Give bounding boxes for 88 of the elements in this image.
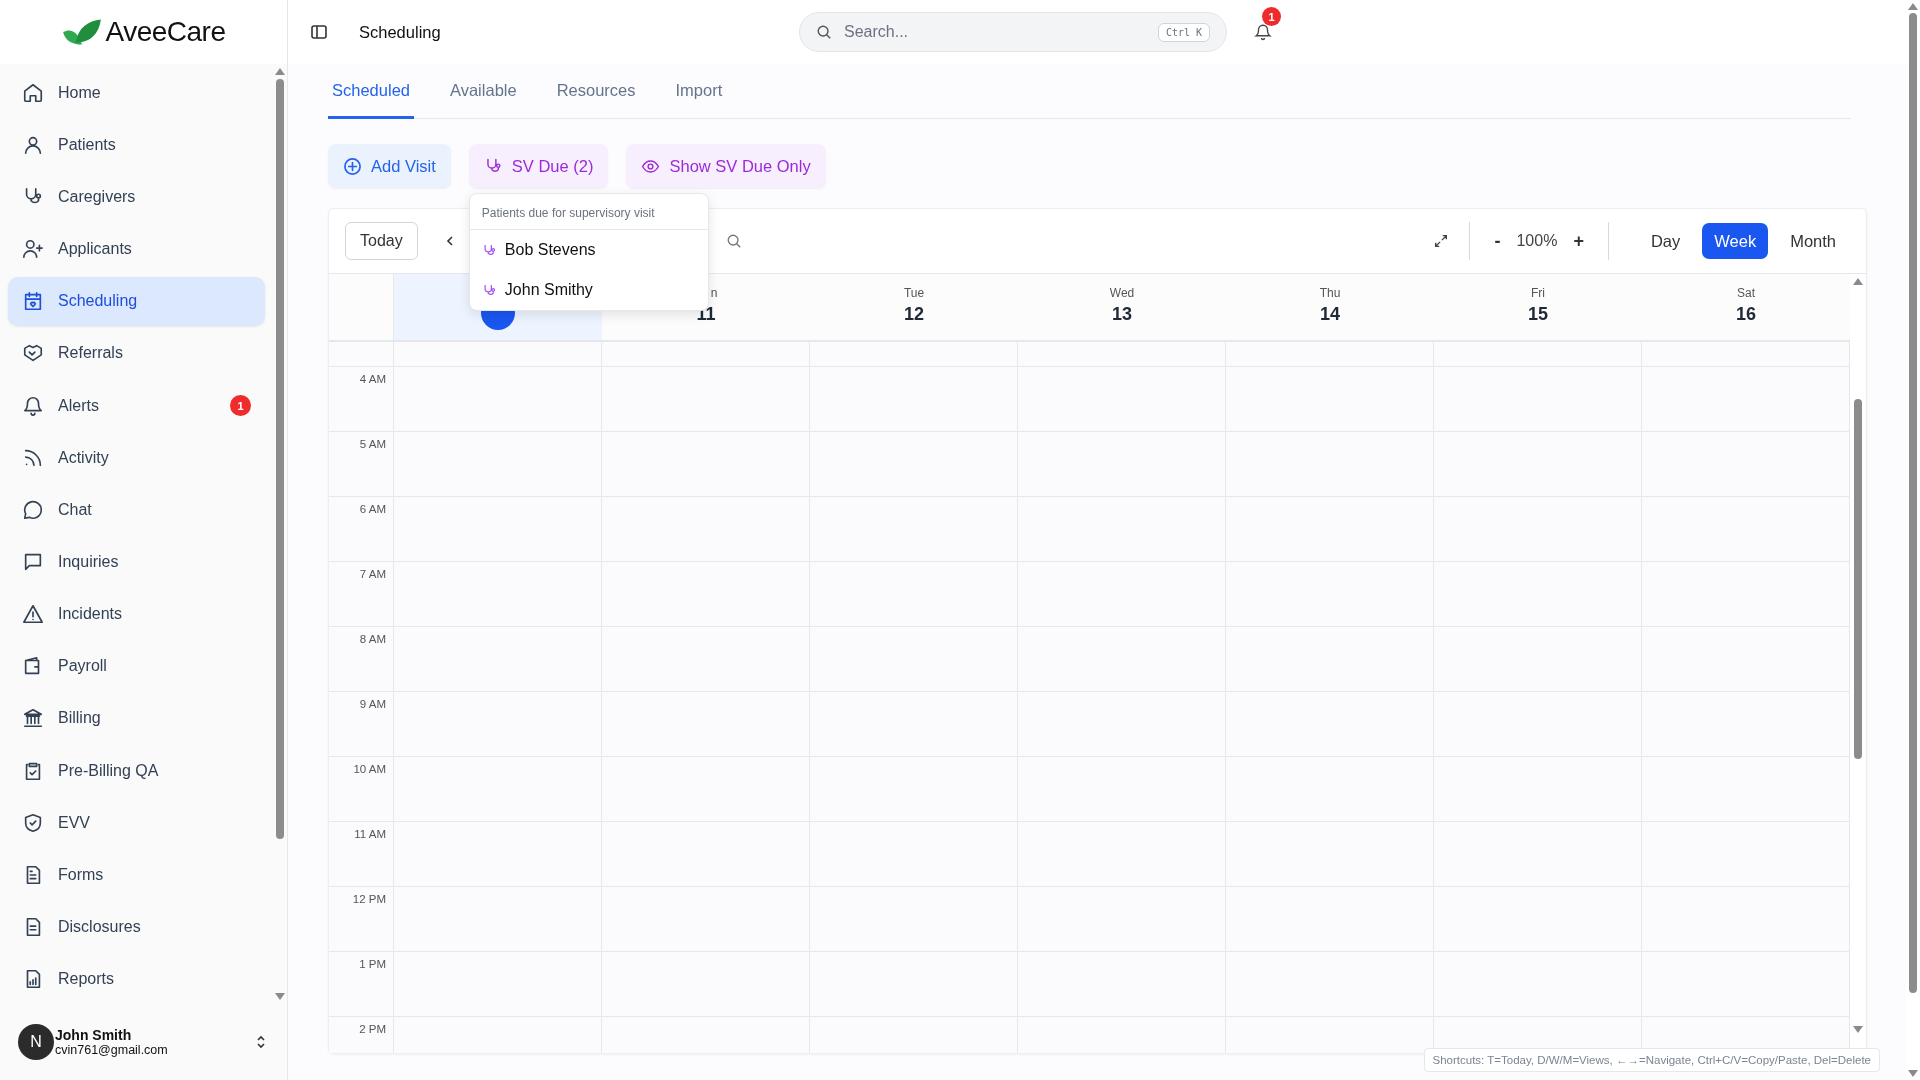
day-number: 14: [1320, 304, 1340, 326]
notification-bell-icon[interactable]: [1254, 23, 1272, 41]
day-number: 13: [1112, 304, 1132, 326]
zoom-out-button[interactable]: -: [1490, 230, 1505, 252]
time-label: 2 PM: [359, 1022, 387, 1037]
tab[interactable]: Scheduled: [328, 64, 414, 119]
nav-icon: [22, 707, 44, 730]
patient-menu-item[interactable]: Bob Stevens: [469, 230, 708, 270]
tab[interactable]: Import: [671, 64, 727, 119]
time-label: 4 AM: [359, 372, 387, 387]
time-label: 12 PM: [352, 892, 387, 907]
day-label: Wed: [1109, 286, 1135, 301]
time-label: 5 AM: [359, 437, 387, 452]
day-label: Tue: [903, 286, 925, 301]
time-label: 7 AM: [359, 567, 387, 582]
zoom-in-button[interactable]: +: [1569, 230, 1588, 252]
time-label: 10 AM: [353, 762, 387, 777]
expand-icon[interactable]: [1433, 233, 1450, 249]
day-label: Sat: [1737, 286, 1755, 301]
user-avatar: N: [18, 1024, 54, 1060]
nav-icon: [22, 290, 44, 313]
time-label: 8 AM: [359, 632, 387, 647]
search-field[interactable]: Search... Ctrl K: [799, 12, 1227, 52]
time-label: 1 PM: [359, 957, 387, 972]
day-number: 12: [904, 304, 924, 326]
sidebar-item[interactable]: Pre-Billing QA: [8, 745, 265, 796]
patient-menu-item[interactable]: John Smithy: [469, 270, 708, 310]
sidebar-item[interactable]: Alerts 1: [8, 380, 265, 431]
search-icon[interactable]: [725, 233, 742, 249]
chevron-updown-icon: [255, 1033, 267, 1051]
stethoscope-icon: [481, 282, 497, 298]
scrollbar[interactable]: [1906, 0, 1920, 1080]
sidebar-item[interactable]: Activity: [8, 433, 265, 483]
add-visit-button[interactable]: Add Visit: [328, 144, 451, 188]
show-sv-due-button[interactable]: Show SV Due Only: [626, 144, 826, 188]
app-logo: AveeCare: [105, 16, 226, 48]
sidebar-item[interactable]: EVV: [8, 797, 265, 848]
day-label: n: [710, 286, 718, 301]
today-button[interactable]: Today: [345, 222, 418, 260]
leaf-logo-icon: [61, 17, 104, 47]
sidebar-item[interactable]: Scheduling: [8, 276, 265, 327]
sidebar-item[interactable]: Incidents: [8, 589, 265, 639]
sidebar-item[interactable]: Disclosures: [8, 902, 265, 952]
nav-icon: [22, 498, 44, 521]
day-label: Fri: [1531, 286, 1545, 301]
tab[interactable]: Resources: [552, 64, 640, 119]
view-button[interactable]: Week: [1702, 223, 1769, 259]
sv-due-button[interactable]: SV Due (2): [468, 144, 609, 188]
nav-icon: [22, 81, 44, 104]
sidebar-item[interactable]: Patients: [8, 120, 265, 170]
day-number: 16: [1736, 304, 1756, 326]
tab[interactable]: Available: [446, 64, 521, 119]
time-label: 11 AM: [354, 827, 387, 842]
search-icon: [816, 24, 832, 40]
page-title: Scheduling: [359, 22, 442, 42]
time-label: 9 AM: [359, 697, 387, 712]
scrollbar[interactable]: [1850, 274, 1866, 1037]
count-badge: 1: [230, 395, 251, 417]
plus-circle-icon: [343, 156, 362, 176]
view-button[interactable]: Day: [1638, 223, 1693, 259]
user-name: John Smith: [55, 1027, 133, 1043]
nav-icon: [22, 603, 44, 626]
shortcut-hint: Ctrl K: [1157, 22, 1210, 42]
nav-icon: [22, 238, 44, 261]
search-input[interactable]: Search...: [842, 22, 1158, 42]
notification-badge: 1: [1262, 7, 1281, 26]
sidebar-item[interactable]: Reports: [8, 954, 265, 1004]
sidebar-item[interactable]: Payroll: [8, 641, 265, 692]
sidebar-item[interactable]: Referrals: [8, 328, 265, 379]
sidebar-toggle-icon[interactable]: [310, 23, 328, 41]
day-number: 15: [1528, 304, 1548, 326]
shortcuts-hint: Shortcuts: T=Today, D/W/M=Views, ←→=Navigate, Ctrl+C/V=Copy/Paste, Del=Delete: [1423, 1048, 1880, 1072]
sidebar-item[interactable]: Inquiries: [8, 537, 265, 587]
user-email: cvin761@gmail.com: [55, 1043, 169, 1057]
nav-icon: [22, 394, 44, 417]
view-button[interactable]: Month: [1778, 223, 1848, 259]
sidebar-item[interactable]: Chat: [8, 485, 265, 535]
stethoscope-icon: [481, 242, 497, 258]
sidebar-item[interactable]: Applicants: [8, 224, 265, 274]
day-label: Thu: [1319, 286, 1341, 301]
zoom-level: 100%: [1516, 232, 1558, 250]
nav-icon: [22, 811, 44, 834]
sidebar-item[interactable]: Home: [8, 68, 265, 118]
sidebar-item[interactable]: Caregivers: [8, 172, 265, 222]
time-label: 6 AM: [359, 502, 387, 517]
sidebar-item[interactable]: Billing: [8, 693, 265, 744]
sidebar-item[interactable]: Forms: [8, 850, 265, 900]
dropdown-heading: Patients due for supervisory visit: [469, 194, 708, 230]
